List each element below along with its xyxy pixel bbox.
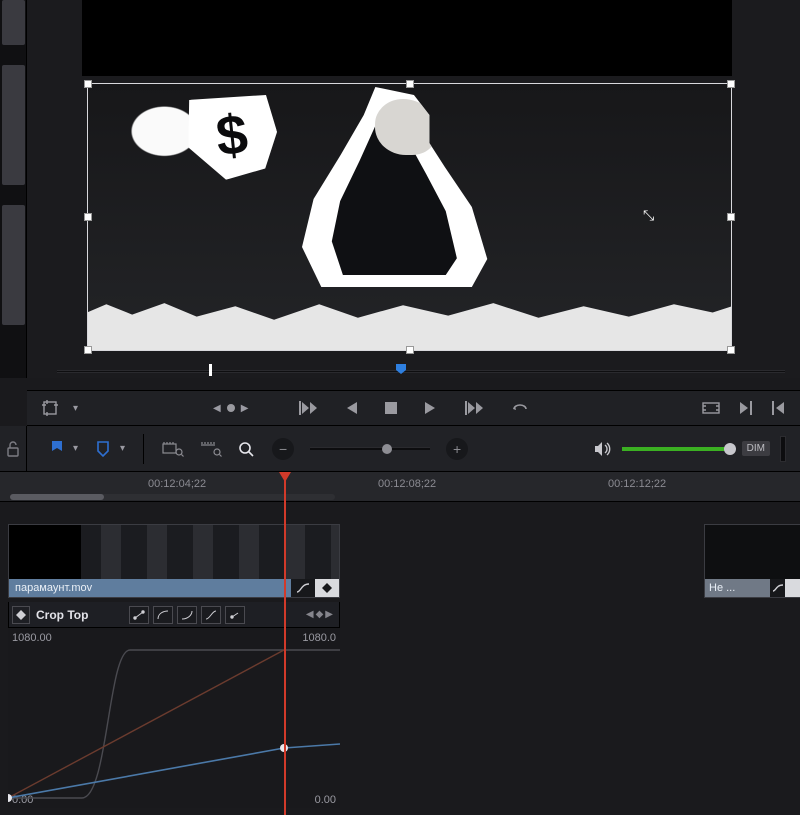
next-clip-button[interactable]: [740, 401, 752, 415]
timeline-ruler[interactable]: 00:12:04;22 00:12:08;22 00:12:12;22: [0, 472, 800, 502]
curve-custom-button[interactable]: [225, 606, 245, 624]
viewer-letterbox: [82, 0, 732, 76]
step-back-button[interactable]: [345, 401, 357, 415]
timecode-3: 00:12:12;22: [608, 478, 666, 490]
play-button[interactable]: [425, 401, 437, 415]
volume-slider[interactable]: [622, 447, 732, 451]
zoom-custom-button[interactable]: [238, 441, 254, 457]
marker-blue-menu-icon[interactable]: ▾: [120, 443, 125, 454]
next-timeline-clip[interactable]: Не ...: [704, 524, 800, 598]
timecode-2: 00:12:08;22: [378, 478, 436, 490]
keyframe-graph[interactable]: 1080.00 1080.0 0.00 0.00: [8, 628, 340, 808]
timeline-clip[interactable]: парамаунт.mov: [8, 524, 340, 598]
range-prev-icon[interactable]: ◀: [213, 403, 221, 414]
clip-name-label: парамаунт.mov: [9, 579, 291, 597]
curve-ease-both-button[interactable]: [201, 606, 221, 624]
loop-button[interactable]: [511, 401, 529, 415]
zoom-range-button[interactable]: [162, 441, 184, 457]
viewer-canvas[interactable]: ⤡: [87, 83, 732, 351]
zoom-out-button[interactable]: −: [272, 438, 294, 460]
curve-linear-button[interactable]: [129, 606, 149, 624]
crop-overlay-button[interactable]: [41, 399, 59, 417]
overlay-menu-chevron-icon[interactable]: ▾: [73, 403, 78, 414]
zoom-in-button[interactable]: +: [446, 438, 468, 460]
timeline-toolbar: ▾ ▾ − + DIM: [0, 426, 800, 472]
timeline-range-bar[interactable]: [10, 494, 335, 500]
next-clip-curve-badge[interactable]: [770, 579, 785, 597]
zoom-detail-button[interactable]: [200, 441, 222, 457]
clip-curve-badge[interactable]: [291, 579, 315, 597]
keyframe-parameter-row: Crop Top ◀ ◆ ▶: [8, 602, 340, 628]
lock-icon[interactable]: [6, 441, 20, 457]
next-keyframe-button[interactable]: ▶: [325, 609, 333, 620]
keyframe-toggle[interactable]: [12, 606, 30, 624]
audio-waveform-sidebar: [0, 0, 27, 378]
match-frame-button[interactable]: [702, 401, 720, 415]
viewer-scrubber[interactable]: [57, 360, 785, 382]
dim-button[interactable]: DIM: [742, 441, 770, 456]
zoom-slider[interactable]: [310, 447, 430, 450]
flag-blue-icon[interactable]: [51, 441, 63, 457]
timecode-1: 00:12:04;22: [148, 478, 206, 490]
range-dot[interactable]: [227, 404, 235, 412]
playhead[interactable]: [284, 472, 286, 815]
clip-thumbnail: [9, 525, 339, 579]
go-start-button[interactable]: [299, 401, 317, 415]
keyframe-diamond-icon[interactable]: ◆: [316, 609, 324, 620]
prev-keyframe-button[interactable]: ◀: [306, 609, 314, 620]
audio-meter: [780, 436, 786, 462]
viewer-panel: ⤡: [27, 0, 800, 378]
marker-blue-icon[interactable]: [96, 441, 110, 457]
clip-keyframe-badge[interactable]: [315, 579, 339, 597]
prev-clip-button[interactable]: [772, 401, 784, 415]
next-clip-keyframe-badge[interactable]: [785, 579, 800, 597]
range-next-icon[interactable]: ▶: [241, 403, 249, 414]
go-end-button[interactable]: [465, 401, 483, 415]
curve-ease-out-button[interactable]: [177, 606, 197, 624]
flag-blue-menu-icon[interactable]: ▾: [73, 443, 78, 454]
parameter-name: Crop Top: [36, 608, 88, 622]
transport-bar: ▾ ◀ ▶: [27, 390, 800, 426]
stop-button[interactable]: [385, 402, 397, 414]
transform-selection[interactable]: [87, 83, 732, 351]
curve-ease-in-button[interactable]: [153, 606, 173, 624]
next-clip-label: Не ...: [705, 579, 770, 597]
speaker-icon[interactable]: [594, 441, 612, 457]
